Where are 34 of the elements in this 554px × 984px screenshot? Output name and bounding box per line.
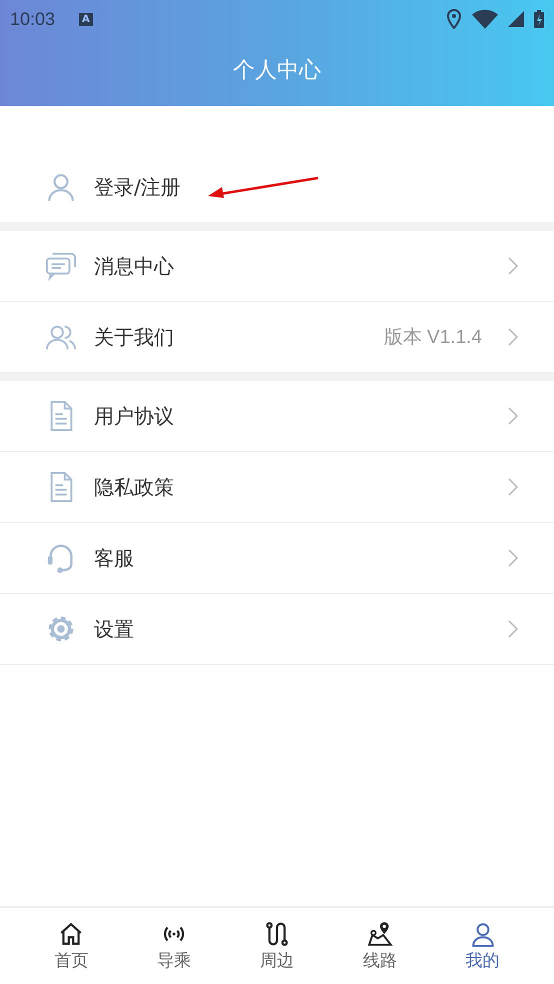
location-icon <box>446 9 462 29</box>
page-title: 个人中心 <box>232 57 322 85</box>
login-row[interactable]: 登录/注册 <box>0 152 554 222</box>
person-icon <box>470 920 496 946</box>
chevron-right-icon <box>508 478 518 496</box>
chevron-right-icon <box>508 407 518 425</box>
notification-badge: A <box>79 12 93 26</box>
settings-icon <box>46 614 76 644</box>
login-label: 登录/注册 <box>94 174 181 200</box>
map-pin-icon <box>366 920 393 946</box>
wifi-icon <box>472 9 498 29</box>
tab-item[interactable]: 首页 <box>20 908 123 984</box>
menu-item[interactable]: 消息中心 <box>0 231 554 302</box>
battery-icon <box>534 9 544 29</box>
chevron-right-icon <box>508 549 518 567</box>
menu-item[interactable]: 用户协议 <box>0 381 554 452</box>
menu-item[interactable]: 设置 <box>0 594 554 665</box>
person-icon <box>46 172 76 202</box>
cell-signal-icon <box>508 9 524 29</box>
tab-item[interactable]: 周边 <box>226 908 328 984</box>
menu-item[interactable]: 隐私政策 <box>0 452 554 523</box>
chevron-right-icon <box>508 328 518 346</box>
menu-item[interactable]: 关于我们 版本 V1.1.4 <box>0 302 554 373</box>
tab-item[interactable]: 导乘 <box>122 908 226 984</box>
tab-item[interactable]: 线路 <box>328 908 432 984</box>
tab-item[interactable]: 我的 <box>431 908 534 984</box>
chat-icon <box>46 251 76 281</box>
route-icon <box>264 920 290 946</box>
chevron-right-icon <box>508 257 518 275</box>
version-text: 版本 V1.1.4 <box>384 326 482 350</box>
home-icon <box>58 920 84 946</box>
status-time: 10:03 <box>10 8 56 30</box>
menu-item[interactable]: 客服 <box>0 523 554 594</box>
chevron-right-icon <box>508 620 518 638</box>
